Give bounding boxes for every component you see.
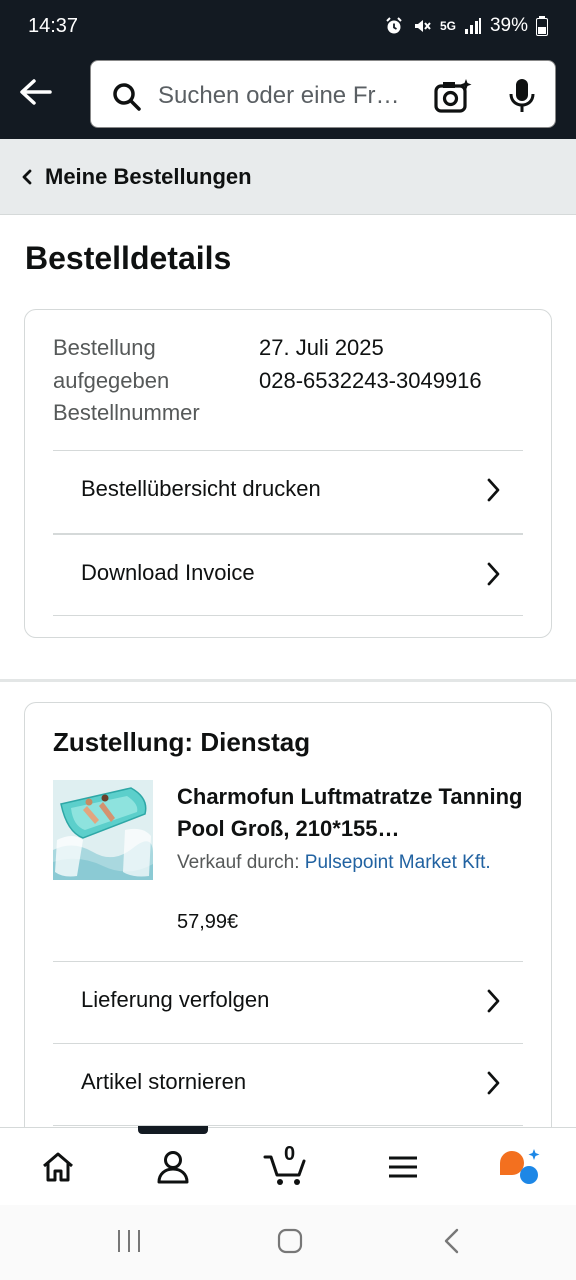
nav-account[interactable] — [148, 1144, 198, 1190]
product-price: 57,99€ — [177, 911, 239, 933]
search-input[interactable]: Suchen oder eine Fr… — [158, 82, 418, 110]
order-date: 27. Juli 2025 — [259, 335, 384, 360]
microphone-icon[interactable] — [507, 77, 537, 115]
breadcrumb[interactable]: Meine Bestellungen — [0, 139, 576, 215]
system-back-icon[interactable] — [442, 1227, 462, 1255]
nav-rufus[interactable] — [494, 1144, 544, 1190]
sold-by: Verkauf durch: Pulsepoint Market Kft. — [177, 847, 517, 879]
chevron-right-icon — [487, 1071, 500, 1095]
track-delivery-label: Lieferung verfolgen — [81, 987, 270, 1012]
row-divider — [53, 1125, 523, 1126]
status-time: 14:37 — [28, 15, 79, 37]
bottom-nav: 0 — [0, 1126, 576, 1205]
system-nav-bar — [0, 1205, 576, 1280]
delivery-card: Zustellung: Dienstag Charmofun Luftmatra… — [24, 702, 552, 1142]
recent-apps-icon[interactable] — [116, 1227, 142, 1255]
download-invoice-label: Download Invoice — [81, 560, 255, 585]
battery-icon — [536, 16, 548, 36]
order-info-values: 27. Juli 2025 028-6532243-3049916 — [259, 332, 482, 397]
delivery-title: Zustellung: Dienstag — [53, 727, 311, 757]
camera-search-icon[interactable] — [433, 77, 473, 115]
alarm-icon — [386, 17, 402, 34]
chevron-right-icon — [487, 478, 500, 502]
search-icon — [113, 83, 141, 111]
track-delivery-row[interactable]: Lieferung verfolgen — [53, 961, 523, 1043]
order-number-label: Bestellnummer — [53, 400, 200, 425]
chevron-right-icon — [487, 562, 500, 586]
signal-icon — [464, 18, 481, 34]
app-header: Suchen oder eine Fr… — [0, 56, 576, 139]
seller-link[interactable]: Pulsepoint Market Kft. — [305, 852, 491, 873]
section-divider — [0, 679, 576, 682]
air-mattress-image — [53, 780, 153, 880]
order-info-card: Bestellung aufgegeben Bestellnummer 27. … — [24, 309, 552, 638]
cart-count: 0 — [284, 1143, 296, 1165]
home-icon — [43, 1152, 73, 1182]
print-summary-row[interactable]: Bestellübersicht drucken — [53, 450, 523, 532]
network-label: 5G — [439, 19, 456, 33]
chevron-left-icon — [22, 169, 32, 185]
order-info-labels: Bestellung aufgegeben Bestellnummer — [53, 332, 200, 430]
home-button-icon[interactable] — [276, 1227, 304, 1255]
active-tab-indicator — [138, 1126, 208, 1134]
status-icons: 5G 39% — [384, 15, 548, 37]
battery-percent: 39% — [489, 15, 528, 36]
nav-menu[interactable] — [378, 1144, 428, 1190]
product-title[interactable]: Charmofun Luftmatratze Tanning Pool Groß… — [177, 781, 527, 845]
menu-icon — [389, 1156, 417, 1178]
order-number: 028-6532243-3049916 — [259, 367, 482, 393]
back-arrow-icon[interactable] — [16, 74, 56, 110]
nav-home[interactable] — [33, 1144, 83, 1190]
order-placed-label-cont: aufgegeben — [53, 367, 170, 393]
row-divider — [53, 615, 523, 616]
order-placed-label: Bestellung — [53, 335, 156, 360]
rufus-assistant-icon — [500, 1149, 540, 1184]
download-invoice-row[interactable]: Download Invoice — [53, 533, 523, 615]
status-bar: 14:37 5G 39% — [0, 0, 576, 56]
breadcrumb-label[interactable]: Meine Bestellungen — [45, 164, 252, 190]
sold-by-prefix: Verkauf durch: — [177, 852, 305, 873]
cancel-item-row[interactable]: Artikel stornieren — [53, 1043, 523, 1125]
search-bar[interactable]: Suchen oder eine Fr… — [90, 60, 556, 128]
chevron-right-icon — [487, 989, 500, 1013]
print-summary-label: Bestellübersicht drucken — [81, 476, 321, 501]
page-title: Bestelldetails — [25, 240, 232, 276]
product-image[interactable] — [53, 780, 153, 880]
user-icon — [157, 1151, 189, 1184]
nav-cart[interactable]: 0 — [262, 1143, 312, 1190]
cancel-item-label: Artikel stornieren — [81, 1069, 247, 1094]
mute-icon — [414, 20, 431, 32]
